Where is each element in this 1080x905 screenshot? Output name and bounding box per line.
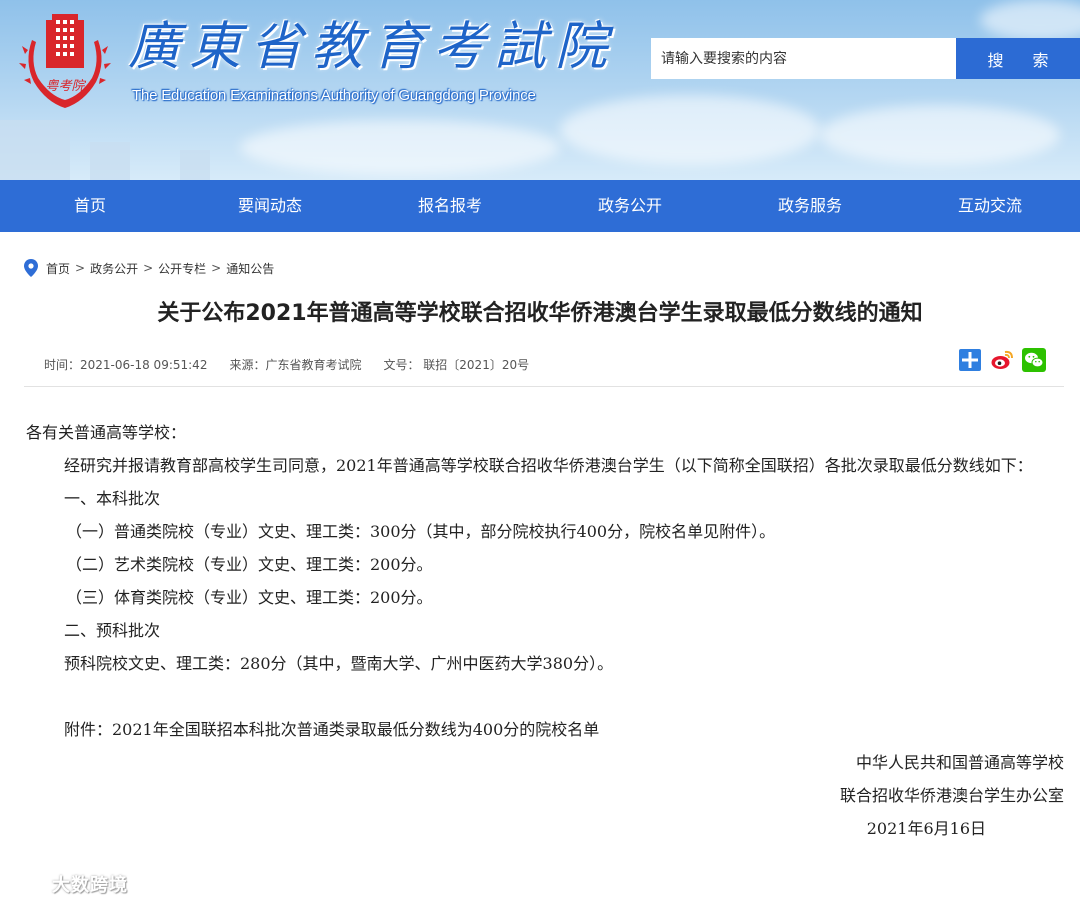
salutation: 各有关普通高等学校： (26, 423, 187, 442)
nav-item-news[interactable]: 要闻动态 (180, 180, 360, 232)
logo-seal-icon[interactable]: 粤考院 (18, 10, 112, 114)
share-bar (958, 348, 1046, 372)
section1-item: （二）艺术类院校（专业）文史、理工类：200分。 (66, 555, 433, 574)
main-nav: 首页 要闻动态 报名报考 政务公开 政务服务 互动交流 (0, 180, 1080, 232)
header-banner: 粤考院 廣東省教育考試院 The Education Examinations … (0, 0, 1080, 180)
site-logo-english: The Education Examinations Authority of … (132, 87, 536, 104)
nav-item-interaction[interactable]: 互动交流 (900, 180, 1080, 232)
article-body: 各有关普通高等学校： 经研究并报请教育部高校学生司同意，2021年普通高等学校联… (26, 416, 1066, 845)
section2-text: 预科院校文史、理工类：280分（其中，暨南大学、广州中医药大学380分）。 (64, 654, 614, 673)
nav-item-home[interactable]: 首页 (0, 180, 180, 232)
banner-building (180, 150, 210, 180)
intro-paragraph: 经研究并报请教育部高校学生司同意，2021年普通高等学校联合招收华侨港澳台学生（… (64, 456, 1033, 475)
section1-item: （一）普通类院校（专业）文史、理工类：300分（其中，部分院校执行400分，院校… (66, 522, 776, 541)
banner-cloud (980, 0, 1080, 40)
meta-divider (24, 386, 1064, 387)
breadcrumb-public-column[interactable]: 公开专栏 (158, 260, 206, 277)
share-plus-icon[interactable] (958, 348, 982, 372)
banner-building (0, 120, 70, 180)
svg-text:粤考院: 粤考院 (45, 78, 86, 94)
breadcrumb-separator: > (143, 261, 154, 275)
article-source: 来源：广东省教育考试院 (229, 358, 362, 372)
signature-line: 联合招收华侨港澳台学生办公室 (839, 786, 1064, 805)
search-button[interactable]: 搜 索 (956, 38, 1080, 79)
nav-item-registration[interactable]: 报名报考 (360, 180, 540, 232)
publish-time: 时间：2021-06-18 09:51:42 (44, 358, 208, 372)
breadcrumb-separator: > (75, 261, 86, 275)
section1-item: （三）体育类院校（专业）文史、理工类：200分。 (66, 588, 433, 607)
document-date: 2021年6月16日 (866, 819, 986, 838)
nav-item-government-affairs[interactable]: 政务公开 (540, 180, 720, 232)
search-input[interactable] (651, 38, 956, 79)
breadcrumb: 首页 > 政务公开 > 公开专栏 > 通知公告 (24, 257, 274, 279)
breadcrumb-notices[interactable]: 通知公告 (226, 260, 274, 277)
banner-cloud (240, 120, 560, 175)
watermark: 大数跨境 (10, 870, 128, 898)
section1-title: 一、本科批次 (64, 489, 161, 508)
location-pin-icon (24, 259, 38, 277)
section2-title: 二、预科批次 (64, 621, 161, 640)
document-number: 文号： 联招〔2021〕20号 (383, 358, 530, 372)
banner-cloud (820, 105, 1060, 165)
watermark-text: 大数跨境 (52, 875, 128, 896)
site-logo-chinese[interactable]: 廣東省教育考試院 (128, 12, 616, 82)
page-title: 关于公布2021年普通高等学校联合招收华侨港澳台学生录取最低分数线的通知 (157, 301, 923, 326)
signature-line: 中华人民共和国普通高等学校 (855, 753, 1064, 772)
nav-item-government-services[interactable]: 政务服务 (720, 180, 900, 232)
wechat-icon[interactable] (1022, 348, 1046, 372)
breadcrumb-home[interactable]: 首页 (46, 260, 70, 277)
article-meta: 时间：2021-06-18 09:51:42 来源：广东省教育考试院 文号： 联… (44, 355, 551, 375)
banner-cloud (560, 95, 820, 165)
banner-building (90, 142, 130, 180)
weibo-icon[interactable] (990, 348, 1014, 372)
breadcrumb-government-affairs[interactable]: 政务公开 (90, 260, 138, 277)
watermark-logo-icon (12, 874, 47, 894)
attachment-link[interactable]: 附件：2021年全国联招本科批次普通类录取最低分数线为400分的院校名单 (26, 713, 1066, 746)
breadcrumb-separator: > (211, 261, 222, 275)
